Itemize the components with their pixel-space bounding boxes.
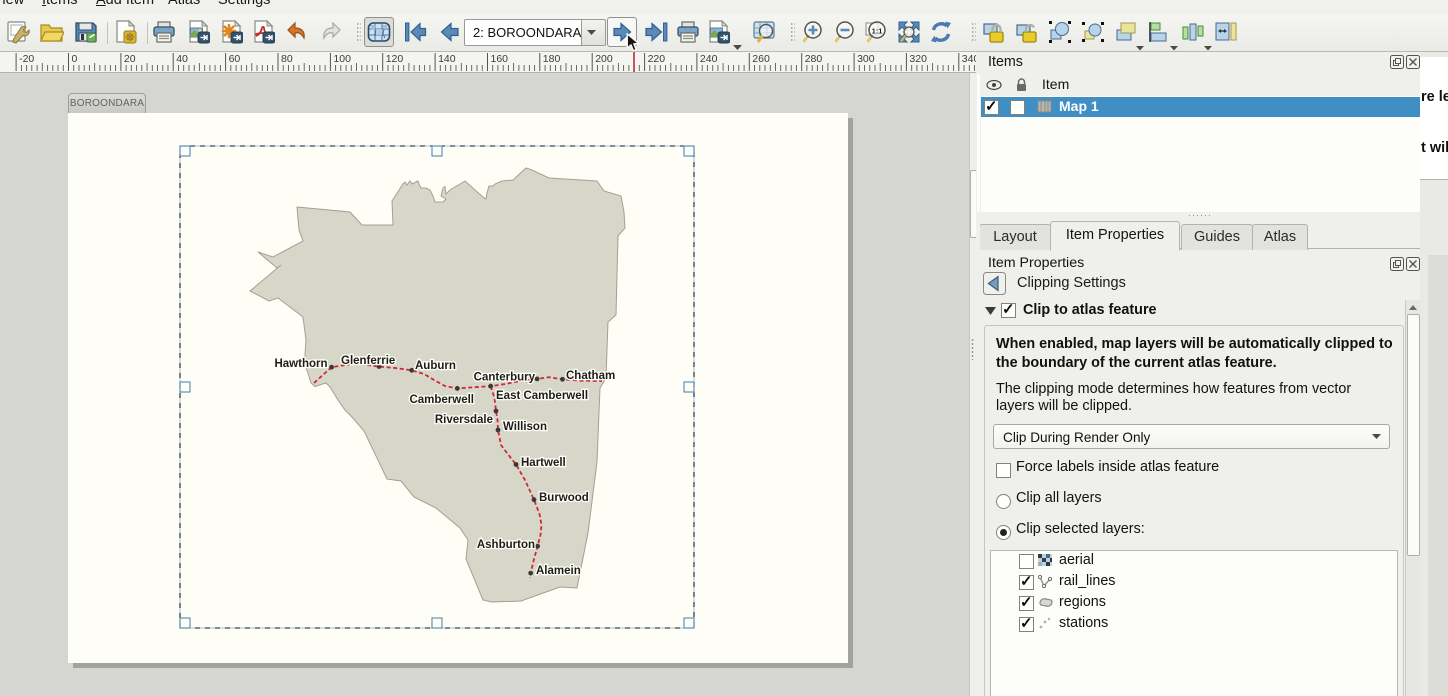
svg-text:Burwood: Burwood: [539, 492, 589, 504]
svg-text:0: 0: [72, 53, 78, 65]
svg-text:Canterbury: Canterbury: [474, 372, 536, 384]
svg-text:280: 280: [805, 53, 823, 65]
svg-text:140: 140: [438, 53, 456, 65]
svg-text:160: 160: [491, 53, 509, 65]
svg-text:1:1: 1:1: [872, 27, 883, 36]
svg-text:180: 180: [543, 53, 561, 65]
svg-text:300: 300: [857, 53, 875, 65]
svg-text:Camberwell: Camberwell: [409, 394, 474, 406]
svg-text:East Camberwell: East Camberwell: [496, 390, 588, 402]
svg-text:Willison: Willison: [503, 421, 547, 433]
svg-text:20: 20: [124, 53, 136, 65]
svg-text:120: 120: [386, 53, 404, 65]
svg-text:Chatham: Chatham: [566, 370, 615, 382]
svg-text:Auburn: Auburn: [415, 360, 456, 372]
svg-text:Hawthorn: Hawthorn: [274, 358, 327, 370]
svg-text:Ashburton: Ashburton: [477, 539, 535, 551]
svg-text:-20: -20: [19, 53, 34, 65]
svg-text:40: 40: [176, 53, 188, 65]
svg-text:100: 100: [333, 53, 351, 65]
svg-text:80: 80: [281, 53, 293, 65]
svg-text:Riversdale: Riversdale: [435, 414, 493, 426]
svg-text:Alamein: Alamein: [536, 565, 581, 577]
svg-text:60: 60: [229, 53, 241, 65]
svg-text:320: 320: [909, 53, 927, 65]
svg-text:240: 240: [700, 53, 718, 65]
svg-text:200: 200: [595, 53, 613, 65]
svg-text:340: 340: [962, 53, 976, 65]
svg-text:220: 220: [648, 53, 666, 65]
svg-text:260: 260: [752, 53, 770, 65]
svg-text:Hartwell: Hartwell: [521, 457, 566, 469]
svg-text:Glenferrie: Glenferrie: [341, 355, 395, 367]
